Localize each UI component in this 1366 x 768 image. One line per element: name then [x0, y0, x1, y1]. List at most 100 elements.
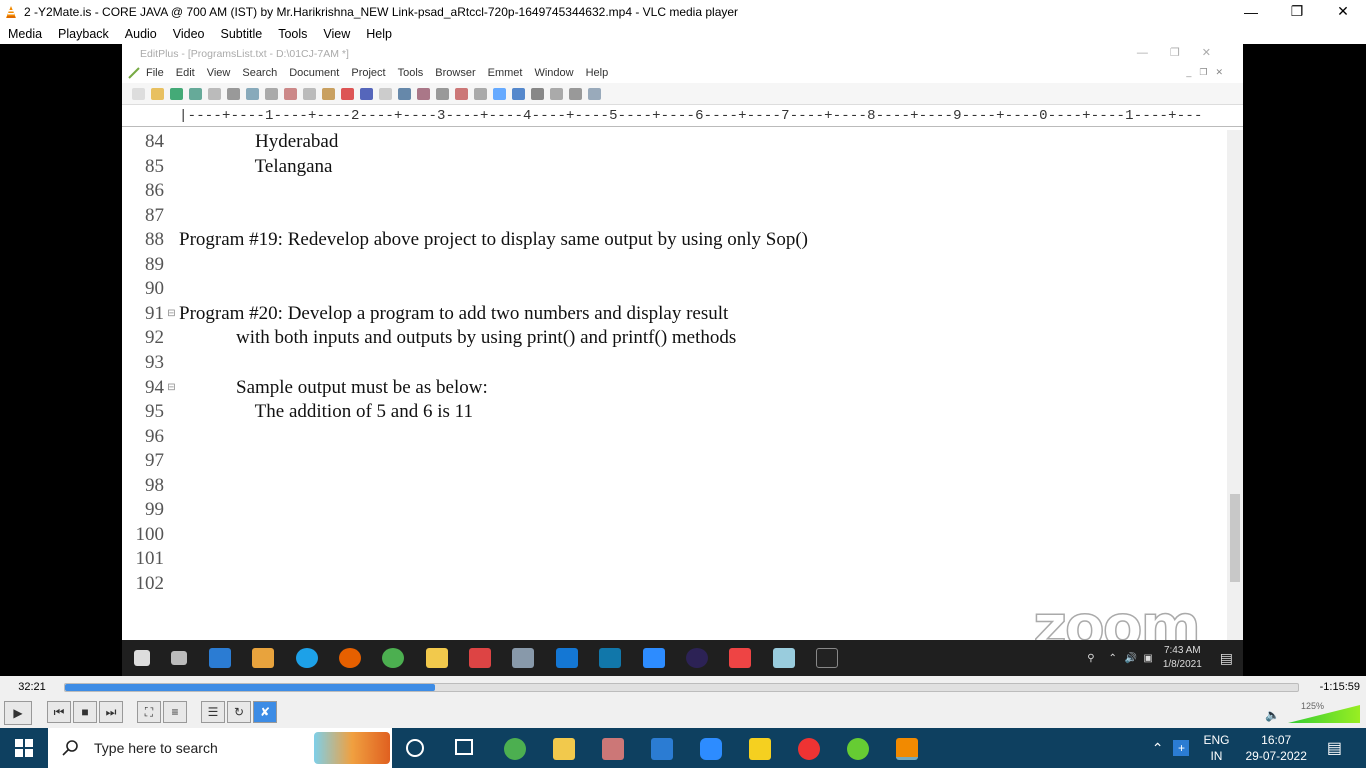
- menu-video[interactable]: Video: [165, 27, 213, 41]
- inner-windows-taskbar: ⚲ ⌃ 🔊 ▣ 7:43 AM 1/8/2021 ▤: [122, 640, 1243, 676]
- line-number: 91: [145, 302, 164, 324]
- menu-audio[interactable]: Audio: [117, 27, 165, 41]
- fold-marker-icon[interactable]: ⊟: [164, 382, 179, 393]
- language: ENG: [1203, 733, 1230, 747]
- record-taskbar-icon[interactable]: [798, 738, 820, 760]
- windows-start-icon: [134, 650, 150, 666]
- random-button[interactable]: ✘: [253, 701, 277, 723]
- next-button[interactable]: ⏭: [99, 701, 123, 723]
- line-number: 89: [145, 253, 164, 275]
- line-number: 95: [145, 401, 164, 423]
- snipping-tool-taskbar-icon[interactable]: [602, 738, 624, 760]
- sticky-notes-taskbar-icon[interactable]: [749, 738, 771, 760]
- line-number: 97: [145, 450, 164, 472]
- app-icon: [469, 648, 491, 668]
- editor-line: 92 with both inputs and outputs by using…: [122, 326, 1222, 350]
- store-taskbar-icon[interactable]: [651, 738, 673, 760]
- line-number: 90: [145, 278, 164, 300]
- chevron-up-icon: ⌃: [1108, 652, 1117, 664]
- scrollbar-thumb: [1230, 494, 1240, 582]
- menu-subtitle[interactable]: Subtitle: [213, 27, 271, 41]
- cortana-icon[interactable]: [406, 739, 424, 757]
- window-title: 2 -Y2Mate.is - CORE JAVA @ 700 AM (IST) …: [24, 4, 739, 19]
- action-center-icon[interactable]: ▤: [1327, 738, 1342, 758]
- extended-settings-button[interactable]: ≡: [163, 701, 187, 723]
- menu-help[interactable]: Help: [358, 27, 400, 41]
- line-number: 96: [145, 425, 164, 447]
- seek-row: 32:21 -1:15:59: [0, 676, 1366, 698]
- file-explorer-icon: [425, 648, 448, 668]
- file-explorer-taskbar-icon[interactable]: [553, 738, 575, 760]
- play-button[interactable]: ▶: [4, 701, 32, 725]
- notes-app-icon: [772, 648, 795, 668]
- video-area[interactable]: EditPlus - [ProgramsList.txt - D:\01CJ-7…: [0, 44, 1366, 676]
- editplus-menu-bar: File Edit View Search Document Project T…: [122, 63, 1243, 83]
- volume-slider[interactable]: [1288, 705, 1360, 723]
- clock[interactable]: 16:07 29-07-2022: [1245, 732, 1306, 764]
- stop-button[interactable]: ■: [73, 701, 97, 723]
- ep-menu-emmet: Emmet: [487, 67, 523, 79]
- cut-icon: [284, 87, 297, 100]
- paste-icon: [322, 87, 335, 100]
- goto-icon: [436, 87, 449, 100]
- line-number: 94: [145, 376, 164, 398]
- editor-text-area: 84 Hyderabad 85 Telangana 86 87 88 Program #1…: [122, 130, 1227, 640]
- ruler: |----+----1----+----2----+----3----+----…: [122, 105, 1243, 127]
- line-number: 86: [145, 180, 164, 202]
- ep-menu-file: File: [146, 67, 164, 79]
- editor-scrollbar: [1227, 130, 1243, 640]
- plus-app-icon[interactable]: +: [1173, 740, 1190, 756]
- editor-line: 97: [122, 449, 1222, 473]
- eclipse-icon: [685, 648, 708, 668]
- mute-icon[interactable]: 🔈: [1265, 708, 1280, 722]
- refresh-icon: [265, 87, 278, 100]
- menu-view[interactable]: View: [315, 27, 358, 41]
- loop-button[interactable]: ↻: [227, 701, 251, 723]
- chevron-up-icon[interactable]: ⌃: [1152, 740, 1164, 757]
- playlist-button[interactable]: ☰: [201, 701, 225, 723]
- menu-tools[interactable]: Tools: [270, 27, 315, 41]
- seek-bar[interactable]: [64, 682, 1299, 692]
- menu-media[interactable]: Media: [0, 27, 50, 41]
- editor-line: 98: [122, 474, 1222, 498]
- ep-menu-tools: Tools: [397, 67, 424, 79]
- pencil-icon: [128, 67, 140, 79]
- restore-button[interactable]: ❐: [1274, 0, 1320, 23]
- editplus-app-icon: [729, 648, 752, 668]
- line-number: 87: [145, 204, 164, 226]
- vlc-taskbar-icon[interactable]: [896, 738, 918, 760]
- chrome-icon: [382, 648, 405, 668]
- editor-line: 96: [122, 425, 1222, 449]
- close-button[interactable]: ✕: [1320, 0, 1366, 23]
- editplus-window-controls: —❐✕: [1136, 47, 1233, 59]
- spellcheck-icon: [246, 87, 259, 100]
- fold-marker-icon[interactable]: ⊟: [164, 308, 179, 319]
- line-number-icon: [512, 87, 525, 100]
- windows-start-button[interactable]: [15, 739, 33, 757]
- editor-line: 85 Telangana: [122, 155, 1222, 179]
- clock-time: 16:07: [1261, 733, 1292, 747]
- new-file-icon: [132, 87, 145, 100]
- line-text: Hyderabad: [179, 131, 339, 152]
- minimize-button[interactable]: —: [1228, 0, 1274, 23]
- delete-icon: [341, 87, 354, 100]
- line-text: with both inputs and outputs by using pr…: [179, 327, 737, 349]
- region: IN: [1210, 749, 1223, 763]
- zoom-taskbar-icon[interactable]: [700, 738, 722, 760]
- previous-button[interactable]: ⏮: [47, 701, 71, 723]
- editor-line: 94 ⊟ Sample output must be as below:: [122, 376, 1222, 400]
- chrome-taskbar-icon[interactable]: [504, 738, 526, 760]
- editor-line: 87: [122, 204, 1222, 228]
- task-view-button[interactable]: [455, 739, 473, 755]
- fullscreen-button[interactable]: ⛶: [137, 701, 161, 723]
- eclipse-taskbar-icon[interactable]: [847, 738, 869, 760]
- line-text: Program #19: Redevelop above project to …: [179, 229, 809, 251]
- line-number: 85: [145, 155, 164, 177]
- inner-system-tray: ⚲ ⌃ 🔊 ▣ 7:43 AM 1/8/2021 ▤: [1087, 640, 1233, 676]
- language-indicator[interactable]: ENG IN: [1203, 732, 1229, 764]
- edge-icon: [295, 648, 318, 668]
- inner-date: 1/8/2021: [1162, 659, 1202, 670]
- menu-playback[interactable]: Playback: [50, 27, 117, 41]
- taskbar-search-box[interactable]: Type here to search: [48, 728, 392, 768]
- windows-taskbar: Type here to search ⌃ + ENG IN 16:07 29-…: [0, 728, 1366, 768]
